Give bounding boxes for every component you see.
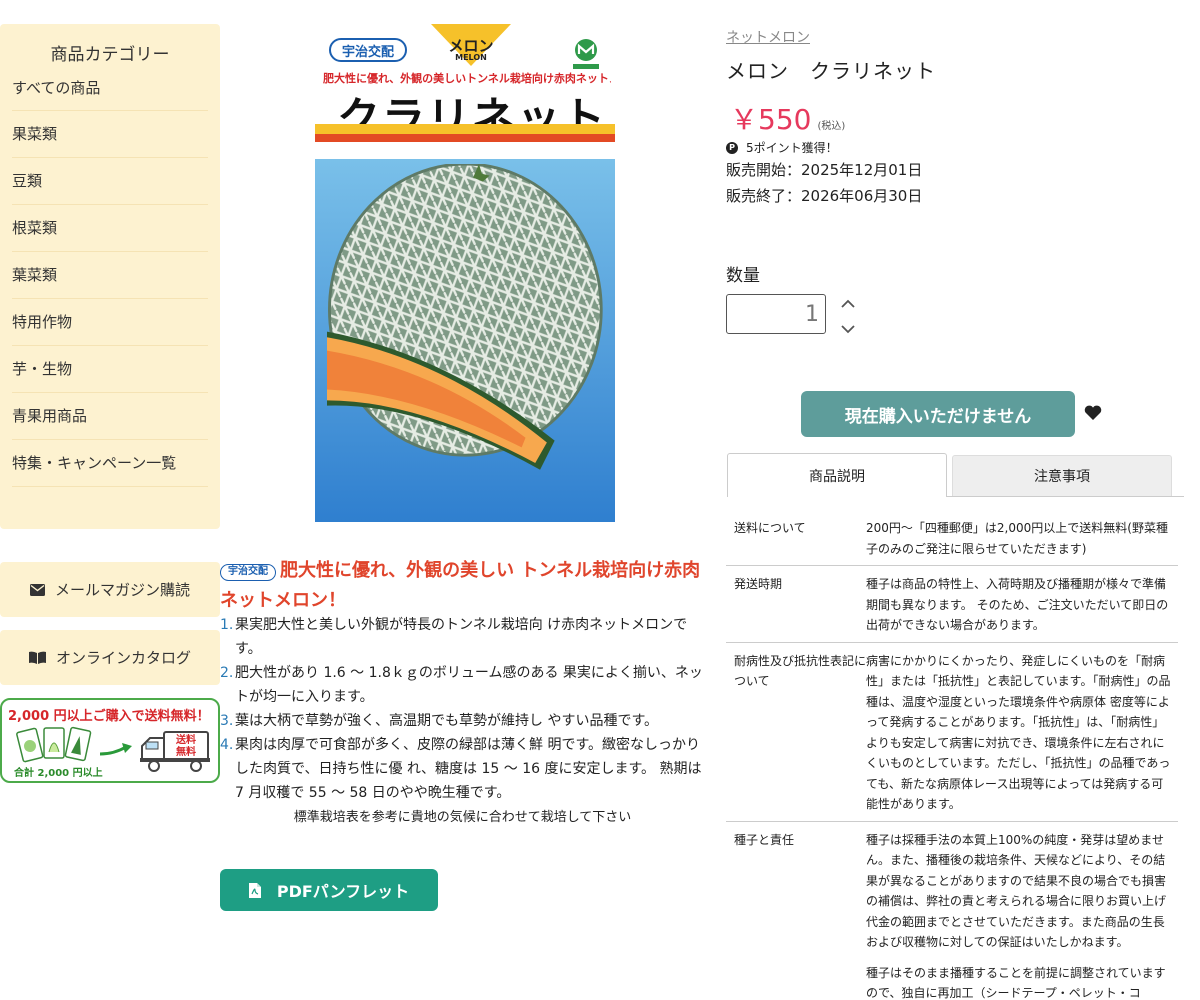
package-type-en: MELON: [455, 53, 487, 62]
list-text: 果実肥大性と美しい外観が特長のトンネル栽培向 け赤肉ネットメロンです。: [235, 617, 688, 657]
category-sidebar: 商品カテゴリー すべての商品 果菜類 豆類 根菜類 葉菜類 特用作物 芋・生物 …: [0, 24, 220, 529]
melon-photo: [327, 164, 603, 470]
purchase-button[interactable]: 現在購入いただけません: [801, 391, 1075, 437]
sale-end-date: 販売終了：2026年06月30日: [726, 187, 923, 205]
pdf-button-label: PDFパンフレット: [276, 882, 410, 901]
category-item-special-crops[interactable]: 特用作物: [12, 299, 208, 346]
category-item-produce[interactable]: 青果用商品: [12, 393, 208, 440]
category-item-campaigns[interactable]: 特集・キャンペーン一覧: [12, 440, 208, 487]
svg-text:送料: 送料: [175, 733, 196, 746]
tax-note: (税込): [817, 121, 846, 132]
online-catalog-label: オンラインカタログ: [55, 649, 191, 667]
pdf-file-icon: [248, 882, 261, 898]
table-row: 送料について 200円〜「四種郵便」は2,000円以上で送料無料(野菜種子のみの…: [726, 510, 1178, 566]
info-label: 発送時期: [734, 577, 783, 591]
price-row: ￥550 (税込): [730, 98, 845, 138]
info-label: 耐病性及び抵抗性表記について: [734, 653, 867, 688]
points-text: 5ポイント獲得！: [746, 141, 838, 155]
list-text: 葉は大柄で草勢が強く、高温期でも草勢が維持し やすい品種です。: [235, 713, 659, 729]
online-catalog-button[interactable]: オンラインカタログ: [0, 630, 220, 685]
description-heading: 宇治交配 肥大性に優れ、外観の美しい トンネル栽培向け赤肉ネットメロン！: [220, 556, 705, 616]
free-shipping-headline: 2,000 円以上ご購入で送料無料！: [8, 709, 210, 724]
brand-badge: 宇治交配: [220, 563, 276, 581]
category-list: すべての商品 果菜類 豆類 根菜類 葉菜類 特用作物 芋・生物 青果用商品 特集…: [0, 71, 220, 487]
mail-magazine-button[interactable]: メールマガジン購読: [0, 562, 220, 617]
envelope-icon: [29, 583, 45, 596]
tab-notice[interactable]: 注意事項: [952, 455, 1172, 496]
list-item: 1. 果実肥大性と美しい外観が特長のトンネル栽培向 け赤肉ネットメロンです。: [220, 613, 708, 661]
book-icon: [28, 651, 46, 664]
info-value: 病害にかかりにくかったり、発症しにくいものを「耐病性」または「抵抗性」と表記して…: [866, 653, 1171, 812]
description-heading-text: 肥大性に優れ、外観の美しい トンネル栽培向け赤肉ネットメロン！: [220, 560, 701, 611]
svg-text:無料: 無料: [176, 745, 196, 758]
category-item-all[interactable]: すべての商品: [12, 71, 208, 111]
chevron-down-icon[interactable]: [840, 322, 856, 336]
mail-magazine-label: メールマガジン購読: [54, 581, 190, 599]
free-shipping-banner[interactable]: 2,000 円以上ご購入で送料無料！ 送料 無料 合計 2,000 円以上: [0, 698, 220, 783]
product-image[interactable]: 宇治交配 メロン MELON 肥大性に優れ、外観の美しいトンネル栽培向け赤肉ネッ…: [315, 24, 615, 522]
points-row: P 5ポイント獲得！: [726, 139, 838, 156]
seed-packets-icon: [16, 726, 92, 763]
list-number: 2.: [220, 665, 234, 681]
info-label: 種子と責任: [734, 832, 795, 847]
category-item-beans[interactable]: 豆類: [12, 158, 208, 205]
breadcrumb[interactable]: ネットメロン: [726, 27, 810, 47]
package-brand-badge: 宇治交配: [329, 38, 407, 62]
info-value: 種子は商品の特性上、入荷時期及び播種期が様々で準備期間も異なります。 そのため、…: [866, 577, 1169, 632]
list-text: 肥大性があり 1.6 〜 1.8ｋｇのボリューム感のある 果実によく揃い、ネット…: [235, 665, 703, 705]
info-value: 種子は採種手法の本質上100%の純度・発芽は望めません。また、播種後の栽培条件、…: [866, 832, 1167, 1000]
table-row: 耐病性及び抵抗性表記について 病害にかかりにくかったり、発症しにくいものを「耐病…: [726, 643, 1178, 822]
category-item-root-vegetables[interactable]: 根菜類: [12, 205, 208, 252]
arrow-right-icon: [99, 743, 132, 756]
price: ￥550: [730, 103, 812, 136]
free-shipping-subline: 合計 2,000 円以上: [14, 768, 103, 779]
list-item: 3. 葉は大柄で草勢が強く、高温期でも草勢が維持し やすい品種です。: [220, 709, 708, 733]
category-title: 商品カテゴリー: [50, 45, 170, 65]
sale-start-date: 販売開始：2025年12月01日: [726, 161, 923, 179]
list-item: 2. 肥大性があり 1.6 〜 1.8ｋｇのボリューム感のある 果実によく揃い、ネ…: [220, 661, 708, 709]
info-table: 送料について 200円〜「四種郵便」は2,000円以上で送料無料(野菜種子のみの…: [726, 510, 1178, 1000]
list-number: 3.: [220, 713, 234, 729]
category-item-tubers[interactable]: 芋・生物: [12, 346, 208, 393]
table-row: 種子と責任 種子は採種手法の本質上100%の純度・発芽は望めません。また、播種後…: [726, 822, 1178, 1000]
pdf-pamphlet-button[interactable]: PDFパンフレット: [220, 869, 438, 911]
list-number: 4.: [220, 737, 234, 753]
page-title: メロン クラリネット: [726, 59, 936, 83]
info-value: 200円〜「四種郵便」は2,000円以上で送料無料(野菜種子のみのご発注に限らせ…: [866, 521, 1168, 556]
delivery-truck-icon: 送料 無料: [140, 731, 210, 772]
chevron-up-icon[interactable]: [840, 297, 856, 311]
list-number: 1.: [220, 617, 234, 633]
table-row: 発送時期 種子は商品の特性上、入荷時期及び播種期が様々で準備期間も異なります。 …: [726, 566, 1178, 643]
list-item: 4. 果肉は肉厚で可食部が多く、皮際の緑部は薄く鮮 明です。緻密なしっかりした肉質…: [220, 733, 708, 805]
point-icon: P: [726, 141, 738, 154]
category-item-leaf-vegetables[interactable]: 葉菜類: [12, 252, 208, 299]
heart-icon[interactable]: [1084, 405, 1102, 421]
marutane-logo: [573, 39, 599, 69]
info-label: 送料について: [734, 521, 806, 535]
category-item-fruit-vegetables[interactable]: 果菜類: [12, 111, 208, 158]
quantity-label: 数量: [726, 266, 760, 286]
tab-description[interactable]: 商品説明: [727, 453, 947, 497]
quantity-input[interactable]: [726, 294, 826, 334]
list-text: 果肉は肉厚で可食部が多く、皮際の緑部は薄く鮮 明です。緻密なしっかりした肉質で、…: [235, 737, 702, 801]
feature-list: 1. 果実肥大性と美しい外観が特長のトンネル栽培向 け赤肉ネットメロンです。 2.…: [220, 613, 708, 805]
cultivation-note: 標準栽培表を参考に貴地の気候に合わせて栽培して下さい: [293, 810, 632, 825]
